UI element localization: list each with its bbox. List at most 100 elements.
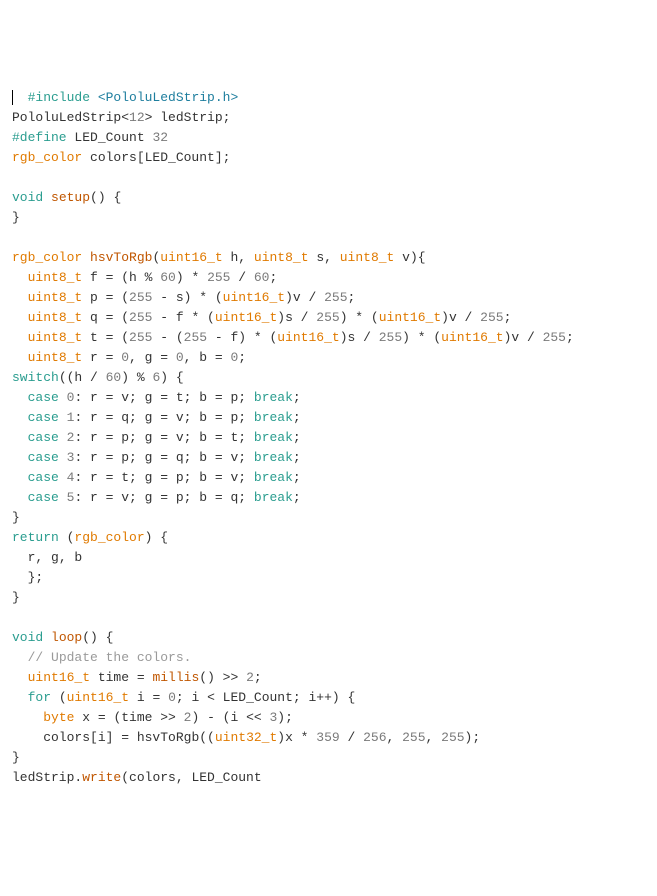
code-line[interactable]: uint16_t time = millis() >> 2;: [12, 668, 645, 688]
code-token: () {: [90, 190, 121, 205]
indent: [12, 670, 28, 685]
code-token: case: [28, 430, 59, 445]
code-token: 0: [168, 690, 176, 705]
code-token: 255: [543, 330, 566, 345]
code-token: break: [254, 410, 293, 425]
code-token: uint16_t: [28, 670, 90, 685]
code-token: for: [28, 690, 51, 705]
code-token: () {: [82, 630, 113, 645]
code-token: }: [12, 750, 20, 765]
code-line[interactable]: ledStrip.write(colors, LED_Count: [12, 768, 645, 788]
code-token: ledStrip.: [12, 770, 82, 785]
indent: [12, 710, 43, 725]
indent: [12, 390, 28, 405]
code-line[interactable]: }: [12, 748, 645, 768]
code-line[interactable]: uint8_t f = (h % 60) * 255 / 60;: [12, 268, 645, 288]
code-line[interactable]: case 1: r = q; g = v; b = p; break;: [12, 408, 645, 428]
indent: [12, 310, 28, 325]
code-token: , g =: [129, 350, 176, 365]
code-line[interactable]: void loop() {: [12, 628, 645, 648]
code-token: ;: [293, 390, 301, 405]
code-token: ; i < LED_Count; i++) {: [176, 690, 355, 705]
code-line[interactable]: [12, 608, 645, 628]
code-token: break: [254, 450, 293, 465]
code-token: <PololuLedStrip.h>: [98, 90, 238, 105]
code-line[interactable]: #include <PololuLedStrip.h>: [12, 88, 645, 108]
code-token: PololuLedStrip: [12, 110, 121, 125]
code-token: 0: [176, 350, 184, 365]
code-token: i =: [129, 690, 168, 705]
code-token: ;: [269, 270, 277, 285]
code-line[interactable]: byte x = (time >> 2) - (i << 3);: [12, 708, 645, 728]
code-line[interactable]: // Update the colors.: [12, 648, 645, 668]
code-line[interactable]: r, g, b: [12, 548, 645, 568]
code-token: (: [59, 530, 75, 545]
code-token: r, g, b: [28, 550, 83, 565]
code-line[interactable]: #define LED_Count 32: [12, 128, 645, 148]
code-token: break: [254, 430, 293, 445]
code-token: 255: [129, 310, 152, 325]
code-token: )v /: [504, 330, 543, 345]
code-line[interactable]: rgb_color hsvToRgb(uint16_t h, uint8_t s…: [12, 248, 645, 268]
code-token: #include: [28, 90, 98, 105]
code-token: 2: [184, 710, 192, 725]
code-line[interactable]: [12, 228, 645, 248]
code-token: ;: [293, 450, 301, 465]
code-line[interactable]: uint8_t r = 0, g = 0, b = 0;: [12, 348, 645, 368]
code-token: 0: [121, 350, 129, 365]
code-line[interactable]: }: [12, 208, 645, 228]
code-token: 255: [129, 290, 152, 305]
code-line[interactable]: rgb_color colors[LED_Count];: [12, 148, 645, 168]
code-line[interactable]: uint8_t p = (255 - s) * (uint16_t)v / 25…: [12, 288, 645, 308]
code-line[interactable]: uint8_t q = (255 - f * (uint16_t)s / 255…: [12, 308, 645, 328]
code-line[interactable]: switch((h / 60) % 6) {: [12, 368, 645, 388]
code-line[interactable]: uint8_t t = (255 - (255 - f) * (uint16_t…: [12, 328, 645, 348]
code-token: s,: [309, 250, 340, 265]
code-token: )v /: [285, 290, 324, 305]
code-token: // Update the colors.: [28, 650, 192, 665]
indent: [12, 450, 28, 465]
code-token: hsvToRgb: [90, 250, 152, 265]
code-token: uint8_t: [28, 350, 83, 365]
code-line[interactable]: case 4: r = t; g = p; b = v; break;: [12, 468, 645, 488]
code-line[interactable]: PololuLedStrip<12> ledStrip;: [12, 108, 645, 128]
code-token: 255: [379, 330, 402, 345]
code-token: - f) * (: [207, 330, 277, 345]
indent: [12, 350, 28, 365]
code-token: ((h /: [59, 370, 106, 385]
code-editor[interactable]: #include <PololuLedStrip.h>PololuLedStri…: [12, 88, 645, 788]
code-line[interactable]: return (rgb_color) {: [12, 528, 645, 548]
indent: [12, 290, 28, 305]
code-token: ) * (: [402, 330, 441, 345]
code-line[interactable]: };: [12, 568, 645, 588]
code-token: ;: [566, 330, 574, 345]
code-token: 60: [160, 270, 176, 285]
code-token: #define: [12, 130, 67, 145]
code-token: case: [28, 410, 59, 425]
code-line[interactable]: void setup() {: [12, 188, 645, 208]
code-token: write: [82, 770, 121, 785]
code-line[interactable]: }: [12, 588, 645, 608]
code-line[interactable]: }: [12, 508, 645, 528]
code-token: 255: [402, 730, 425, 745]
code-line[interactable]: case 5: r = v; g = p; b = q; break;: [12, 488, 645, 508]
code-line[interactable]: case 0: r = v; g = t; b = p; break;: [12, 388, 645, 408]
code-line[interactable]: case 3: r = p; g = q; b = v; break;: [12, 448, 645, 468]
code-token: rgb_color: [12, 250, 82, 265]
code-token: [59, 450, 67, 465]
code-token: 2: [246, 670, 254, 685]
code-token: ) *: [176, 270, 207, 285]
code-token: )v /: [441, 310, 480, 325]
code-line[interactable]: [12, 168, 645, 188]
code-token: uint16_t: [277, 330, 339, 345]
code-token: ;: [238, 350, 246, 365]
code-token: f = (h %: [82, 270, 160, 285]
code-token: ;: [293, 470, 301, 485]
indent: [12, 330, 28, 345]
code-line[interactable]: for (uint16_t i = 0; i < LED_Count; i++)…: [12, 688, 645, 708]
indent: [12, 550, 28, 565]
code-token: LED_Count: [74, 130, 144, 145]
code-line[interactable]: case 2: r = p; g = v; b = t; break;: [12, 428, 645, 448]
code-line[interactable]: colors[i] = hsvToRgb((uint32_t)x * 359 /…: [12, 728, 645, 748]
code-token: - f * (: [152, 310, 214, 325]
